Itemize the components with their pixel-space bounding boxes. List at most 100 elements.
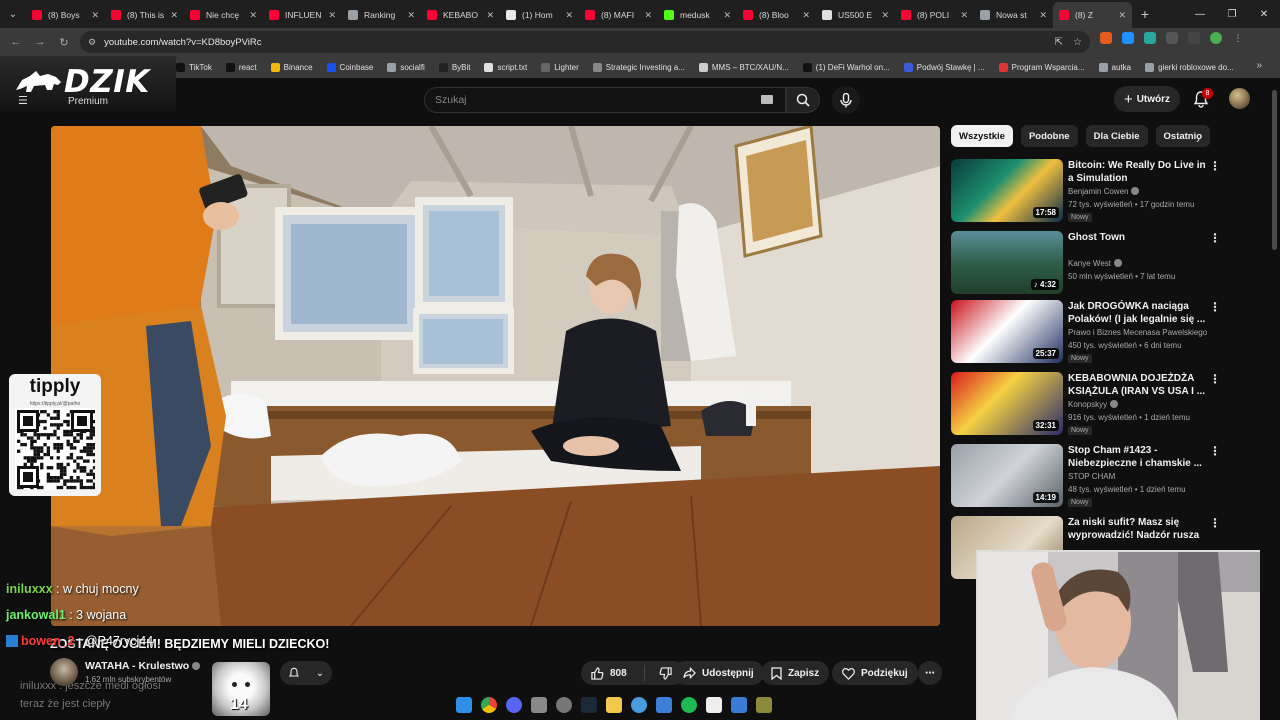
like-button[interactable]: 808 <box>581 665 645 681</box>
bookmark-item[interactable]: Binance <box>270 62 313 72</box>
browser-tab[interactable]: (8) POLI ✕ <box>895 2 974 28</box>
more-actions-button[interactable]: ⋯ <box>918 661 942 685</box>
app-icon[interactable] <box>706 697 722 713</box>
app-icon[interactable] <box>756 697 772 713</box>
site-info-icon[interactable]: ⚙ <box>88 37 96 48</box>
tab-close-icon[interactable]: ✕ <box>723 10 731 21</box>
extension-blue-icon[interactable] <box>1122 32 1134 44</box>
back-icon[interactable]: ← <box>4 30 28 54</box>
video-title[interactable]: Ghost Town <box>1068 231 1208 244</box>
chrome-icon[interactable] <box>481 697 497 713</box>
browser-tab[interactable]: Ranking ✕ <box>342 2 421 28</box>
tab-close-icon[interactable]: ✕ <box>328 10 336 21</box>
filter-chip[interactable]: Dla Ciebie <box>1085 125 1148 147</box>
search-button[interactable] <box>786 87 820 113</box>
steam-icon[interactable] <box>581 697 597 713</box>
tab-close-icon[interactable]: ✕ <box>91 10 99 21</box>
voice-search-button[interactable] <box>832 86 860 114</box>
more-vertical-icon[interactable]: ⋮ <box>1209 231 1221 245</box>
filter-chip[interactable]: Ostatnio <box>1155 125 1211 147</box>
recommended-video[interactable]: 14:19 Stop Cham #1423 - Niebezpieczne i c… <box>951 444 1251 510</box>
browser-tab[interactable]: US500 E ✕ <box>816 2 895 28</box>
browser-tab[interactable]: KEBABO ✕ <box>421 2 500 28</box>
video-channel[interactable]: Konopskyy <box>1068 400 1119 409</box>
tab-close-icon[interactable]: ✕ <box>802 10 810 21</box>
bookmark-item[interactable]: gierki robloxowe do... <box>1145 62 1234 72</box>
subscription-bell-button[interactable]: ⌄ <box>280 661 332 685</box>
filter-chip[interactable]: Wszystkie <box>951 125 1013 147</box>
profile-icon[interactable] <box>1210 32 1222 44</box>
tab-close-icon[interactable]: ✕ <box>1039 10 1047 21</box>
chevron-right-icon[interactable]: › <box>1196 132 1200 146</box>
bookmark-item[interactable]: autka <box>1098 62 1131 72</box>
windows-start-icon[interactable] <box>456 697 472 713</box>
minimize-icon[interactable]: — <box>1184 0 1216 28</box>
channel-avatar[interactable] <box>50 658 78 686</box>
scrollbar-thumb[interactable] <box>1272 90 1277 250</box>
file-explorer-icon[interactable] <box>606 697 622 713</box>
browser-tab[interactable]: (8) Z ✕ <box>1053 2 1132 28</box>
search-input[interactable]: Szukaj <box>424 87 786 113</box>
share-button[interactable]: Udostępnij <box>673 661 764 685</box>
video-player[interactable] <box>51 126 940 626</box>
spotify-icon[interactable] <box>681 697 697 713</box>
tab-close-icon[interactable]: ✕ <box>1118 10 1126 21</box>
recommended-video[interactable]: ♪ 4:32 Ghost Town Kanye West 50 mln wyświet… <box>951 231 1251 297</box>
install-app-icon[interactable]: ⇱ <box>1055 37 1063 48</box>
bookmark-item[interactable]: MMS – BTC/XAU/N... <box>698 62 789 72</box>
tab-close-icon[interactable]: ✕ <box>407 10 415 21</box>
omnibox[interactable]: ⚙ youtube.com/watch?v=KD8boyPViRc ⇱ ☆ <box>80 31 1090 53</box>
bookmark-star-icon[interactable]: ☆ <box>1073 37 1082 48</box>
bookmark-item[interactable]: Podwój Stawkę | ... <box>903 62 985 72</box>
tab-close-icon[interactable]: ✕ <box>170 10 178 21</box>
tab-close-icon[interactable]: ✕ <box>960 10 968 21</box>
bookmark-item[interactable]: (1) DeFi Warhol on... <box>802 62 890 72</box>
video-channel[interactable]: Prawo i Biznes Mecenasa Pawelskiego <box>1068 328 1207 337</box>
reading-list-icon[interactable] <box>1188 32 1200 44</box>
extensions-puzzle-icon[interactable] <box>1166 32 1178 44</box>
bookmark-item[interactable]: script.txt <box>484 62 527 72</box>
app-icon[interactable] <box>531 697 547 713</box>
video-thumbnail[interactable]: ♪ 4:32 <box>951 231 1063 294</box>
tab-search-button[interactable]: ⌄ <box>0 0 26 28</box>
video-title[interactable]: Za niski sufit? Masz się wyprowadzić! Na… <box>1068 516 1208 542</box>
browser-tab[interactable]: Nowa st ✕ <box>974 2 1053 28</box>
bookmark-item[interactable]: react <box>225 62 257 72</box>
more-vertical-icon[interactable]: ⋮ <box>1209 300 1221 314</box>
browser-tab[interactable]: (8) MAFI ✕ <box>579 2 658 28</box>
video-title[interactable]: KEBABOWNIA DOJEŻDŻA KSIĄŻULA (IRAN VS US… <box>1068 372 1208 398</box>
create-button[interactable]: + Utwórz <box>1114 86 1180 112</box>
browser-tab[interactable]: (8) This is ✕ <box>105 2 184 28</box>
video-title[interactable]: Stop Cham #1423 - Niebezpieczne i chamsk… <box>1068 444 1208 470</box>
translate-extension-icon[interactable] <box>1144 32 1156 44</box>
browser-tab[interactable]: (8) Bloo ✕ <box>737 2 816 28</box>
browser-tab[interactable]: INFLUEN ✕ <box>263 2 342 28</box>
more-vertical-icon[interactable]: ⋮ <box>1209 372 1221 386</box>
browser-tab[interactable]: (8) Boys ✕ <box>26 2 105 28</box>
extension-fox-icon[interactable] <box>1100 32 1112 44</box>
bookmark-item[interactable]: Lighter <box>541 62 579 72</box>
browser-tab[interactable]: (1) Hom ✕ <box>500 2 579 28</box>
browser-tab[interactable]: Nie chcę ✕ <box>184 2 263 28</box>
tab-close-icon[interactable]: ✕ <box>565 10 573 21</box>
restore-icon[interactable]: ❐ <box>1216 0 1248 28</box>
app-icon[interactable] <box>731 697 747 713</box>
discord-icon[interactable] <box>506 697 522 713</box>
new-tab-button[interactable]: + <box>1132 1 1158 27</box>
bookmarks-overflow-icon[interactable]: » <box>1256 60 1262 71</box>
bookmark-item[interactable]: Program Wsparcia... <box>998 62 1085 72</box>
filter-chip[interactable]: Podobne <box>1020 125 1078 147</box>
bookmark-item[interactable]: Strategic Investing a... <box>592 62 685 72</box>
account-avatar[interactable] <box>1229 88 1250 109</box>
channel-name[interactable]: WATAHA - Krulestwo <box>85 660 201 672</box>
browser-menu-icon[interactable]: ⋮ <box>1232 32 1244 44</box>
browser-tab[interactable]: medusk ✕ <box>658 2 737 28</box>
tab-close-icon[interactable]: ✕ <box>249 10 257 21</box>
guide-menu-icon[interactable]: ☰ <box>18 94 28 107</box>
reload-icon[interactable]: ↻ <box>52 30 76 54</box>
video-title[interactable]: Bitcoin: We Really Do Live in a Simulati… <box>1068 159 1208 185</box>
recommended-video[interactable]: 32:31 KEBABOWNIA DOJEŻDŻA KSIĄŻULA (IRAN … <box>951 372 1251 438</box>
recommended-video[interactable]: 25:37 Jak DROGÓWKA naciąga Polaków! (I ja… <box>951 300 1251 366</box>
bookmark-item[interactable]: Coinbase <box>326 62 373 72</box>
video-channel[interactable]: Kanye West <box>1068 259 1122 268</box>
